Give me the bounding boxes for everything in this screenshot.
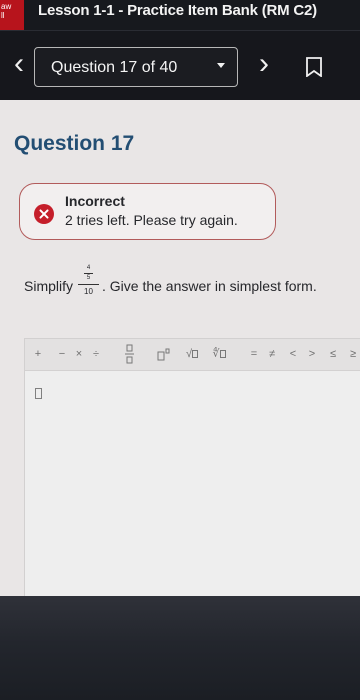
exponent-icon xyxy=(157,348,170,361)
exponent-button[interactable] xyxy=(157,348,171,361)
app-logo-badge: aw ll xyxy=(0,0,24,30)
question-navigation-bar: ‹ Question 17 of 40 › xyxy=(0,30,360,101)
feedback-message: 2 tries left. Please try again. xyxy=(65,212,238,228)
less-than-button[interactable]: < xyxy=(288,348,298,361)
page-title: Lesson 1-1 - Practice Item Bank (RM C2) xyxy=(38,2,317,19)
complex-fraction-denominator: 10 xyxy=(84,287,93,296)
less-than-or-equal-button[interactable]: ≤ xyxy=(328,348,338,361)
chevron-right-icon[interactable]: › xyxy=(252,49,276,79)
not-equal-button[interactable]: ≠ xyxy=(267,348,277,361)
multiply-button[interactable]: × xyxy=(74,348,84,361)
bookmark-icon[interactable] xyxy=(305,57,323,77)
question-title: Question 17 xyxy=(14,132,135,155)
chevron-left-icon[interactable]: ‹ xyxy=(6,49,32,79)
fraction-button[interactable] xyxy=(124,344,135,364)
nth-root-symbol: ∜ xyxy=(212,348,220,360)
inner-fraction-denominator: 5 xyxy=(86,275,91,281)
nth-root-box-icon xyxy=(219,350,226,359)
incorrect-feedback: Incorrect 2 tries left. Please try again… xyxy=(19,183,276,240)
question-selector-label: Question 17 of 40 xyxy=(51,59,178,76)
question-selector[interactable]: Question 17 of 40 xyxy=(34,47,238,87)
question-prompt: Simplify 4 5 10 . Give the answer in sim… xyxy=(24,262,342,304)
square-root-button[interactable]: √ xyxy=(182,348,202,361)
nth-root-button[interactable]: ∜ xyxy=(208,348,230,361)
equals-button[interactable]: = xyxy=(249,348,259,361)
math-toolbar: + − × ÷ √ ∜ = ≠ < > ≤ ≥ xyxy=(25,339,360,371)
plus-button[interactable]: + xyxy=(33,348,43,361)
greater-than-button[interactable]: > xyxy=(307,348,317,361)
answer-input-box[interactable] xyxy=(35,388,42,399)
app-badge-line-1: aw xyxy=(1,2,12,11)
inner-fraction-numerator: 4 xyxy=(86,265,91,271)
top-bar: aw ll Lesson 1-1 - Practice Item Bank (R… xyxy=(0,0,360,30)
complex-fraction: 4 5 10 xyxy=(77,265,100,301)
complex-fraction-numerator: 4 5 xyxy=(77,265,100,283)
chevron-down-icon xyxy=(217,63,225,68)
greater-than-or-equal-button[interactable]: ≥ xyxy=(348,348,358,361)
fraction-icon xyxy=(125,344,134,364)
background-surface xyxy=(0,596,360,700)
feedback-title: Incorrect xyxy=(65,193,125,209)
prompt-prefix: Simplify xyxy=(24,278,74,294)
math-answer-editor[interactable]: + − × ÷ √ ∜ = ≠ < > ≤ ≥ xyxy=(24,338,360,596)
square-root-box-icon xyxy=(192,350,199,359)
divide-button[interactable]: ÷ xyxy=(91,348,101,361)
inner-fraction-bar xyxy=(84,273,93,274)
question-panel: Question 17 Incorrect 2 tries left. Plea… xyxy=(0,100,360,596)
prompt-suffix: . Give the answer in simplest form. xyxy=(102,278,317,294)
app-badge-line-2: ll xyxy=(1,11,5,20)
close-circle-icon xyxy=(34,204,54,224)
minus-button[interactable]: − xyxy=(57,348,67,361)
